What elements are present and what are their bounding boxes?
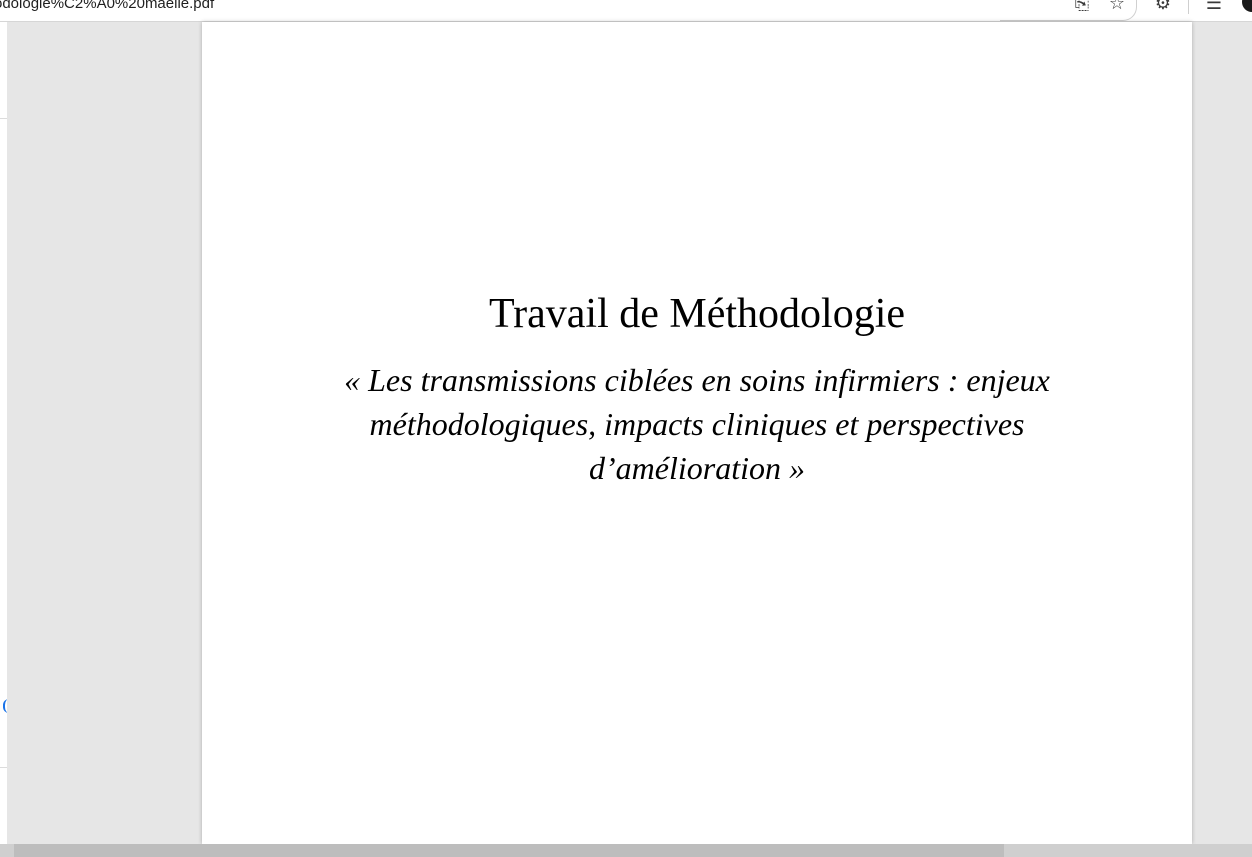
document-title: Travail de Méthodologie [488, 291, 906, 337]
profile-icon[interactable] [1242, 0, 1252, 12]
read-aloud-icon[interactable]: ⎘ [1071, 0, 1093, 15]
pdf-viewer[interactable]: Travail de Méthodologie « Les transmissi… [7, 22, 1252, 844]
sidebar-divider [0, 767, 7, 768]
scrollbar-thumb[interactable] [14, 844, 1004, 857]
toolbar-divider [1188, 0, 1189, 14]
puzzle-icon[interactable]: ⚙ [1152, 0, 1174, 15]
horizontal-scrollbar[interactable] [0, 844, 1252, 857]
document-subtitle: « Les transmissions ciblées en soins inf… [344, 362, 1050, 486]
star-icon[interactable]: ☆ [1106, 0, 1128, 15]
url-text[interactable]: odologie%C2%A0%20maelle.pdf [0, 0, 214, 14]
sidebar-divider [0, 118, 7, 119]
browser-address-bar[interactable]: odologie%C2%A0%20maelle.pdf ⎘ ☆ ⚙ ☰ [0, 0, 1252, 22]
pdf-page: Travail de Méthodologie « Les transmissi… [202, 22, 1192, 844]
favorites-list-icon[interactable]: ☰ [1203, 0, 1225, 15]
sidebar-edge [0, 22, 7, 857]
